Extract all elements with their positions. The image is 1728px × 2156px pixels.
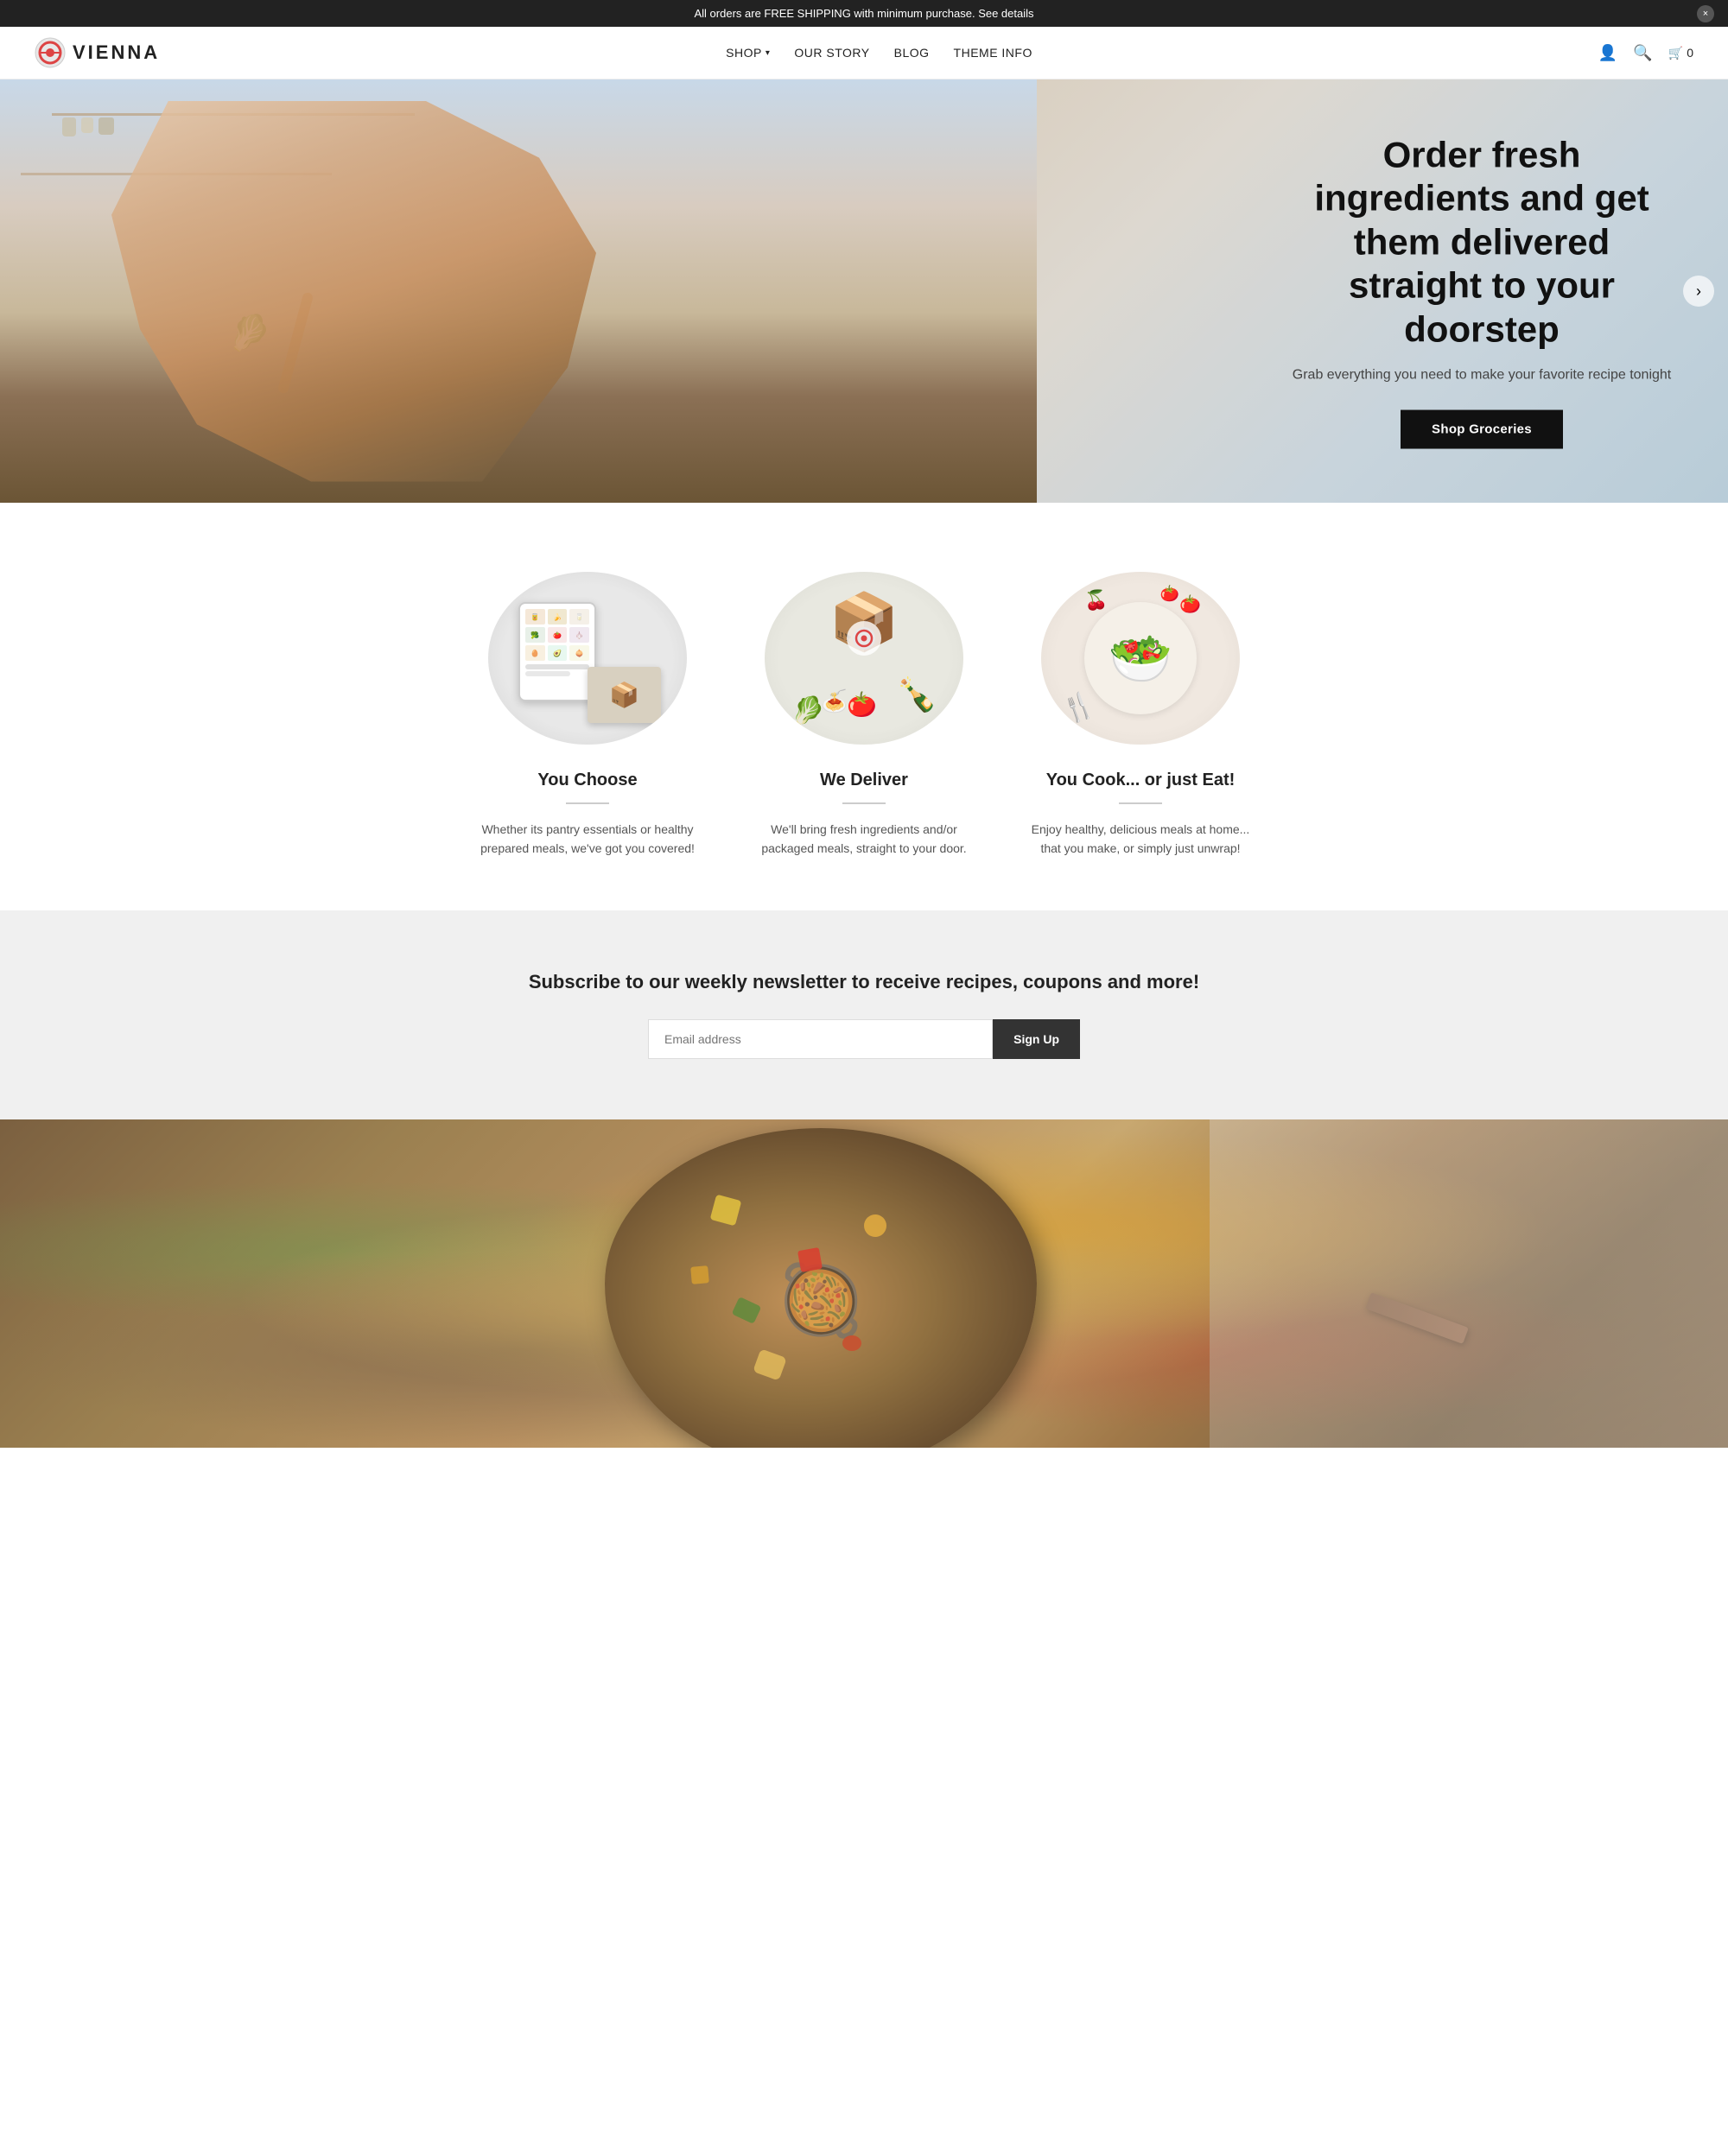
feature-3-desc: Enjoy healthy, delicious meals at home..… [1028, 820, 1253, 859]
feature-3-title: You Cook... or just Eat! [1028, 770, 1253, 790]
announcement-bar: All orders are FREE SHIPPING with minimu… [0, 0, 1728, 27]
nav-theme-info-link[interactable]: THEME INFO [954, 46, 1032, 60]
nav-shop-link[interactable]: SHOP ▾ [726, 46, 770, 60]
cart-button[interactable]: 🛒 0 [1668, 46, 1693, 60]
site-header: VIENNA SHOP ▾ OUR STORY BLOG THEME INFO … [0, 27, 1728, 79]
logo-icon [35, 37, 66, 68]
logo-link[interactable]: VIENNA [35, 37, 160, 68]
hero-next-arrow[interactable]: › [1683, 276, 1714, 307]
account-icon: 👤 [1598, 44, 1617, 62]
chevron-down-icon: ▾ [766, 48, 771, 58]
feature-3-divider [1119, 802, 1162, 804]
feature-1-divider [566, 802, 609, 804]
feature-you-cook: 🥗 🍴 🍒 🍅 🍅 You Cook... or just Eat! Enjoy… [1002, 572, 1279, 859]
announcement-text: All orders are FREE SHIPPING with minimu… [694, 7, 1033, 20]
sign-up-button[interactable]: Sign Up [993, 1019, 1080, 1059]
feature-image-1: 🥫 🍌 🥛 🥦 🍅 🧄 🥚 🥑 🧅 📦 [488, 572, 687, 745]
hero-section: 🥬 Order fresh ingredients and get them d… [0, 79, 1728, 503]
main-nav: SHOP ▾ OUR STORY BLOG THEME INFO [726, 46, 1032, 60]
shop-groceries-button[interactable]: Shop Groceries [1401, 409, 1563, 448]
hero-subtitle: Grab everything you need to make your fa… [1287, 365, 1676, 385]
feature-1-title: You Choose [475, 770, 700, 790]
feature-2-divider [842, 802, 886, 804]
feature-you-choose: 🥫 🍌 🥛 🥦 🍅 🧄 🥚 🥑 🧅 📦 [449, 572, 726, 859]
newsletter-section: Subscribe to our weekly newsletter to re… [0, 910, 1728, 1119]
feature-2-desc: We'll bring fresh ingredients and/or pac… [752, 820, 976, 859]
feature-2-title: We Deliver [752, 770, 976, 790]
nav-icons: 👤 🔍 🛒 0 [1598, 44, 1693, 62]
email-input[interactable] [648, 1019, 993, 1059]
account-button[interactable]: 👤 [1598, 44, 1617, 62]
hero-title: Order fresh ingredients and get them del… [1287, 134, 1676, 352]
nav-blog-link[interactable]: BLOG [894, 46, 930, 60]
nav-our-story-link[interactable]: OUR STORY [794, 46, 869, 60]
bottom-food-image: 🥘 [0, 1119, 1728, 1448]
cart-icon: 🛒 [1668, 46, 1683, 60]
feature-we-deliver: 📦 🍾 🥬 🍅 🍝 We Deliver We'll bring fresh i… [726, 572, 1002, 859]
logo-text: VIENNA [73, 41, 160, 64]
food-pan-layer: 🥘 [0, 1119, 1728, 1448]
chevron-right-icon: › [1696, 282, 1701, 301]
announcement-close-button[interactable]: × [1697, 5, 1714, 22]
search-icon: 🔍 [1633, 44, 1652, 62]
newsletter-form: Sign Up [648, 1019, 1080, 1059]
feature-image-3: 🥗 🍴 🍒 🍅 🍅 [1041, 572, 1240, 745]
hero-image: 🥬 [0, 79, 1037, 503]
hero-content: Order fresh ingredients and get them del… [1287, 134, 1676, 449]
feature-image-2: 📦 🍾 🥬 🍅 🍝 [765, 572, 963, 745]
cart-count: 0 [1687, 46, 1693, 60]
search-button[interactable]: 🔍 [1633, 44, 1652, 62]
features-section: 🥫 🍌 🥛 🥦 🍅 🧄 🥚 🥑 🧅 📦 [0, 503, 1728, 910]
newsletter-title: Subscribe to our weekly newsletter to re… [35, 971, 1693, 993]
feature-1-desc: Whether its pantry essentials or healthy… [475, 820, 700, 859]
